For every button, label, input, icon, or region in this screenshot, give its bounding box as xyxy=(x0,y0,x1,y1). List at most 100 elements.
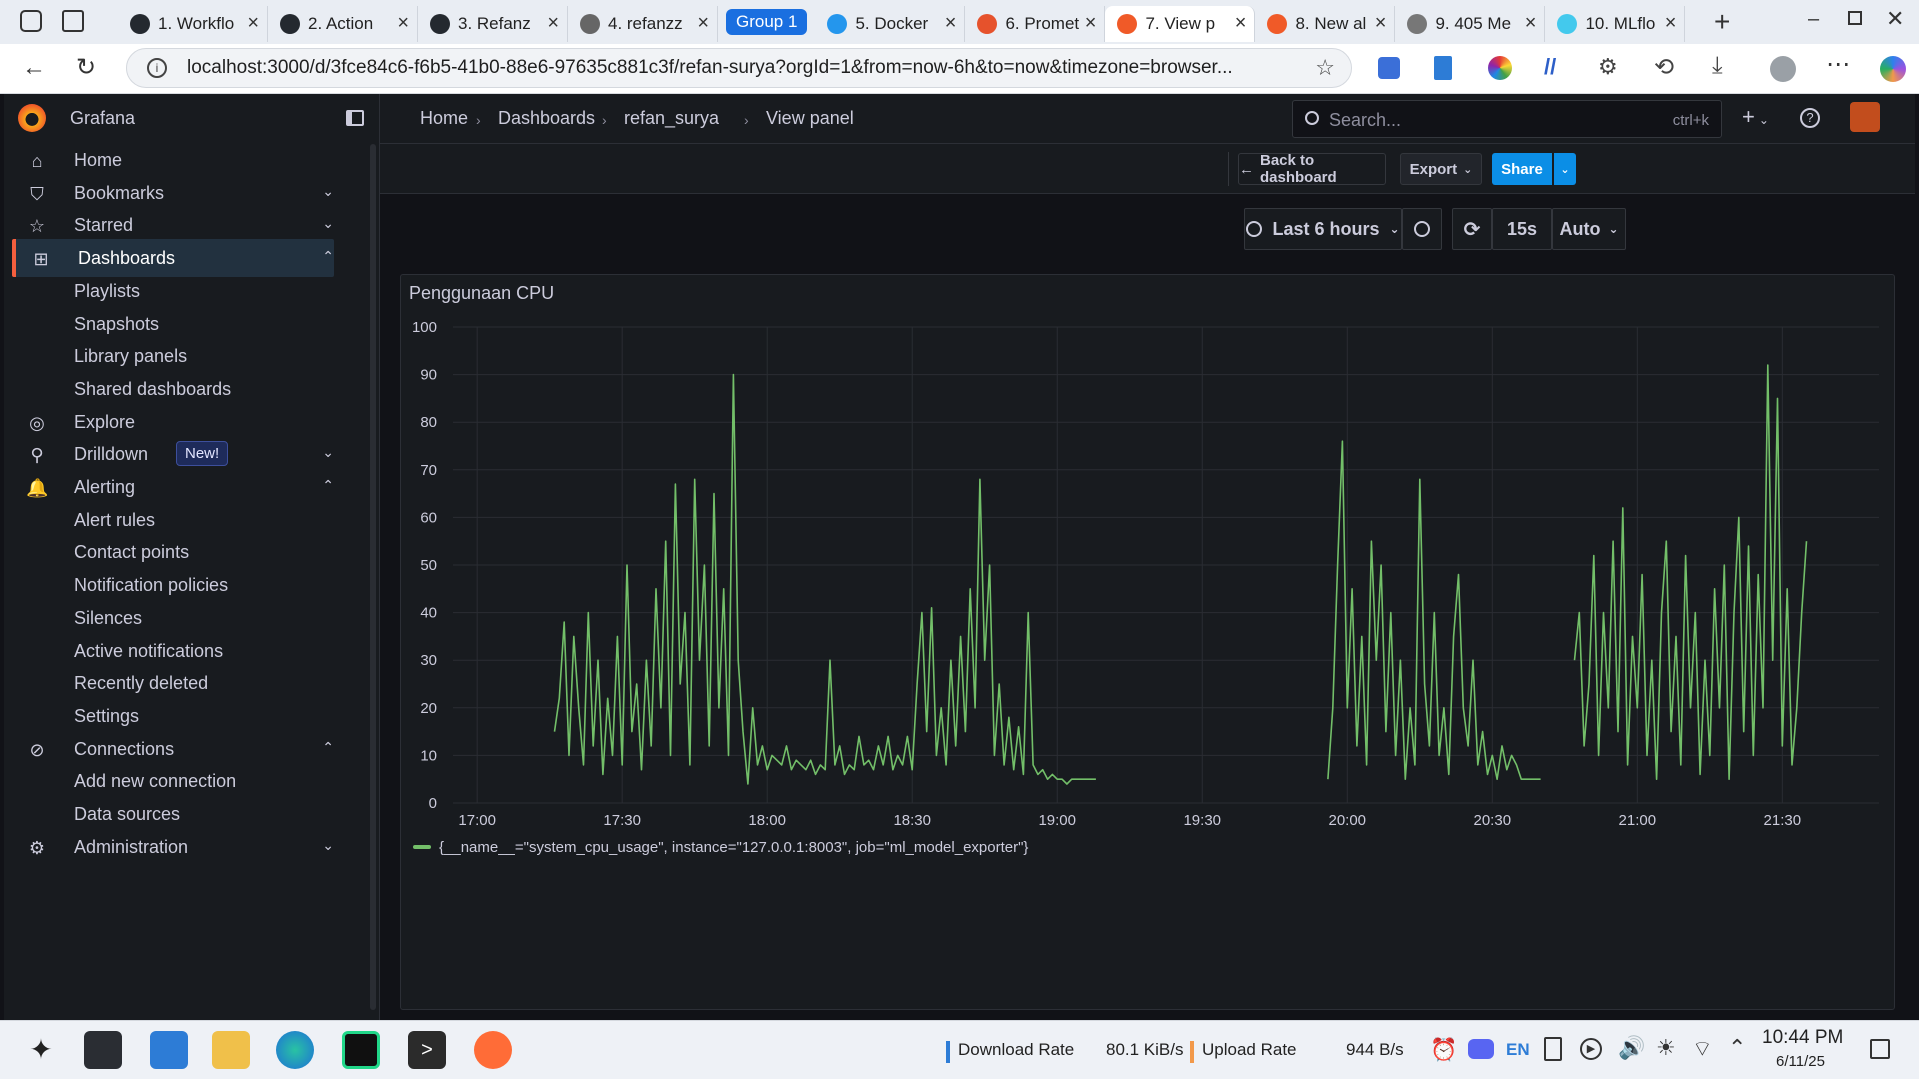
sidebar-item-administration[interactable]: ⚙ Administration ⌄ xyxy=(12,828,334,866)
browser-tab[interactable]: 10. MLflo × xyxy=(1545,6,1686,42)
browser-tab[interactable]: 9. 405 Me × xyxy=(1395,6,1546,42)
download-icon[interactable]: ⤓ xyxy=(1712,52,1723,80)
legend[interactable]: {__name__="system_cpu_usage", instance="… xyxy=(413,835,1028,859)
language-indicator[interactable]: EN xyxy=(1506,1040,1530,1060)
breadcrumb-home[interactable]: Home xyxy=(420,108,468,129)
chevron-up-icon[interactable]: ⌃ xyxy=(322,739,334,756)
browser-tab[interactable]: 4. refanzz × xyxy=(568,6,718,42)
share-button[interactable]: Share xyxy=(1492,153,1552,185)
back-to-dashboard-button[interactable]: ← Back to dashboard xyxy=(1238,152,1386,186)
user-avatar[interactable] xyxy=(1850,102,1880,132)
alarm-icon[interactable]: ⏰ xyxy=(1430,1037,1457,1063)
file-explorer-icon[interactable] xyxy=(212,1031,250,1069)
tab-actions-icon[interactable] xyxy=(62,10,84,32)
taskmanager-icon[interactable] xyxy=(84,1031,122,1069)
chevron-up-icon[interactable]: ⌃ xyxy=(1728,1035,1746,1061)
more-menu-icon[interactable]: ⋯ xyxy=(1826,50,1850,79)
grafana-logo-icon[interactable] xyxy=(18,104,46,132)
zoom-out-button[interactable] xyxy=(1402,208,1442,250)
refresh-interval[interactable]: 15s xyxy=(1492,208,1552,250)
chevron-down-icon[interactable]: ⌄ xyxy=(322,444,334,461)
profile-avatar[interactable] xyxy=(1770,56,1796,82)
browser-tab[interactable]: 5. Docker × xyxy=(815,6,966,42)
new-tab-button[interactable]: + xyxy=(1714,6,1730,38)
close-window-button[interactable]: ✕ xyxy=(1886,6,1904,32)
y-tick-label: 70 xyxy=(420,462,437,479)
tab-close-icon[interactable]: × xyxy=(1085,12,1097,35)
restore-button[interactable] xyxy=(1848,11,1862,25)
compass-icon: ◎ xyxy=(29,412,45,433)
discord-icon[interactable] xyxy=(1468,1039,1494,1059)
history-icon[interactable]: ⟲ xyxy=(1654,53,1674,82)
tab-close-icon[interactable]: × xyxy=(547,12,559,35)
tab-group-chip[interactable]: Group 1 xyxy=(718,0,815,44)
workspaces-icon[interactable] xyxy=(20,10,42,32)
reading-icon[interactable] xyxy=(1434,56,1452,80)
tab-close-icon[interactable]: × xyxy=(397,12,409,35)
browser-tab[interactable]: 8. New al × xyxy=(1255,6,1396,42)
start-icon[interactable]: ✦ xyxy=(22,1031,60,1069)
breadcrumb-dashboard[interactable]: refan_surya xyxy=(624,108,719,129)
clock-time[interactable]: 10:44 PM xyxy=(1762,1027,1843,1049)
tab-close-icon[interactable]: × xyxy=(1525,12,1537,35)
colorful-extension-icon[interactable] xyxy=(1488,56,1512,80)
tab-close-icon[interactable]: × xyxy=(1375,12,1387,35)
tab-close-icon[interactable]: × xyxy=(945,12,957,35)
refresh-mode-picker[interactable]: Auto ⌄ xyxy=(1552,208,1626,250)
pycharm-icon[interactable] xyxy=(342,1031,380,1069)
brightness-icon[interactable]: ☀ xyxy=(1656,1035,1676,1061)
edge-icon[interactable] xyxy=(276,1031,314,1069)
minimize-button[interactable]: – xyxy=(1808,8,1819,31)
translate-icon[interactable] xyxy=(1378,57,1400,79)
site-info-icon[interactable]: i xyxy=(147,58,167,78)
browser-tab[interactable]: 3. Refanz × xyxy=(418,6,568,42)
browser-tab[interactable]: 1. Workflo × xyxy=(118,6,268,42)
sidebar-item-label: Snapshots xyxy=(74,313,160,334)
search-input[interactable]: Search... ctrl+k xyxy=(1292,100,1722,138)
refresh-button[interactable]: ⟳ xyxy=(1452,208,1492,250)
series-line-segment[interactable] xyxy=(553,373,1096,785)
chevron-up-icon[interactable]: ⌃ xyxy=(322,477,334,494)
sidebar-scrollbar[interactable] xyxy=(370,144,376,1010)
help-icon[interactable]: ? xyxy=(1800,108,1820,128)
favorite-star-icon[interactable]: ☆ xyxy=(1315,55,1335,81)
wifi-icon[interactable]: ⌔ xyxy=(1692,1035,1713,1063)
performance-icon[interactable]: // xyxy=(1544,54,1556,80)
dock-menu-icon[interactable] xyxy=(346,110,364,126)
cpu-line-chart[interactable]: 0 10 20 30 40 50 60 70 80 90 100 17:00 17:30 18:00 18:… xyxy=(401,275,1894,1009)
chevron-down-icon[interactable]: ⌄ xyxy=(322,183,334,200)
series-line-segment[interactable] xyxy=(1573,364,1808,781)
url-field[interactable]: i localhost:3000/d/3fce84c6-f6b5-41b0-88… xyxy=(126,48,1352,88)
terminal-icon[interactable]: > xyxy=(408,1031,446,1069)
store-icon[interactable] xyxy=(150,1031,188,1069)
clock-date[interactable]: 6/11/25 xyxy=(1776,1053,1825,1070)
share-dropdown-button[interactable]: ⌄ xyxy=(1554,153,1576,185)
tab-close-icon[interactable]: × xyxy=(1235,12,1247,35)
chevron-down-icon[interactable]: ⌄ xyxy=(322,215,334,232)
series-line-segment[interactable] xyxy=(1327,440,1541,781)
browser-tab[interactable]: 7. View p × xyxy=(1105,6,1256,42)
breadcrumb-dashboards[interactable]: Dashboards xyxy=(498,108,595,129)
extensions-icon[interactable]: ⚙ xyxy=(1598,54,1618,80)
time-range-picker[interactable]: Last 6 hours ⌄ xyxy=(1244,208,1402,250)
reload-icon[interactable]: ↻ xyxy=(76,53,96,82)
notifications-icon[interactable] xyxy=(1870,1039,1890,1059)
volume-icon[interactable]: 🔊 xyxy=(1618,1035,1645,1061)
tab-close-icon[interactable]: × xyxy=(247,12,259,35)
play-icon[interactable]: ▶ xyxy=(1580,1038,1602,1060)
chevron-up-icon[interactable]: ⌃ xyxy=(322,248,334,265)
browser-tab[interactable]: 6. Promet × xyxy=(965,6,1106,42)
copilot-icon[interactable] xyxy=(1880,56,1906,82)
browser-tab[interactable]: 2. Action × xyxy=(268,6,418,42)
add-button[interactable]: + ⌄ xyxy=(1742,104,1769,130)
tab-close-icon[interactable]: × xyxy=(1665,12,1677,35)
drilldown-icon: ⚲ xyxy=(30,445,44,466)
chevron-down-icon: ⌄ xyxy=(1463,163,1473,176)
tab-close-icon[interactable]: × xyxy=(697,12,709,35)
export-button[interactable]: Export ⌄ xyxy=(1400,153,1482,185)
chevron-down-icon[interactable]: ⌄ xyxy=(322,837,334,854)
clipboard-icon[interactable] xyxy=(1544,1037,1562,1061)
y-tick-label: 0 xyxy=(429,795,437,812)
postman-icon[interactable] xyxy=(474,1031,512,1069)
back-icon[interactable]: ← xyxy=(22,54,46,82)
